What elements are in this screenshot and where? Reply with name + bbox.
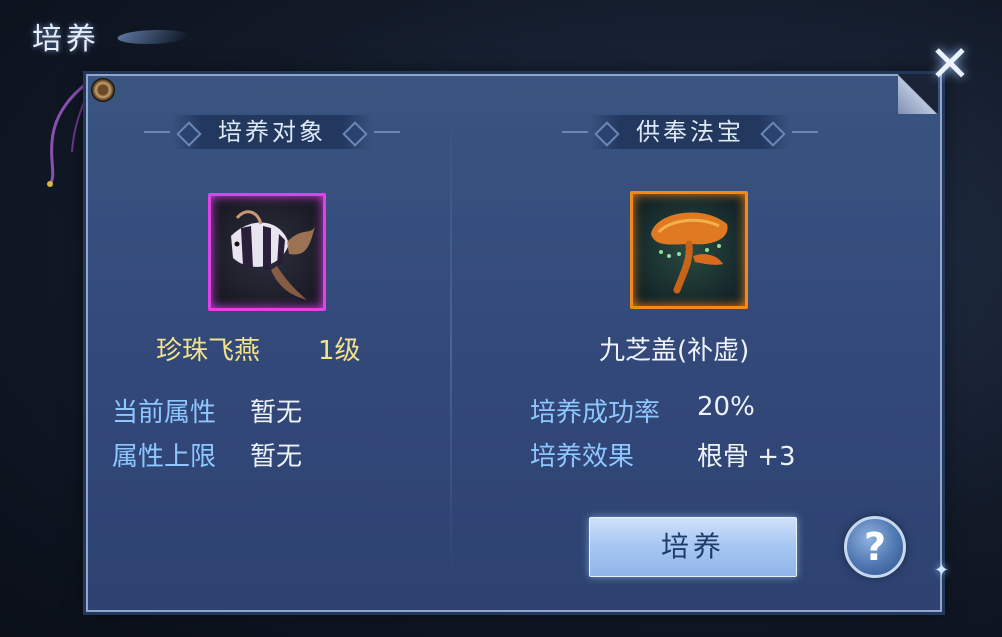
panel-divider (450, 110, 452, 580)
close-x-icon[interactable]: ✕ (924, 38, 976, 90)
pin-decoration (91, 78, 115, 102)
striped-fish-icon (231, 210, 315, 300)
diamond-ornament-icon (760, 121, 786, 147)
title-swoosh-decoration (112, 30, 194, 44)
help-question-icon[interactable]: ? (844, 516, 906, 578)
attribute-cap-value: 暂无 (250, 442, 303, 472)
diamond-ornament-icon (342, 121, 368, 147)
sparkle-decoration-icon: ✦ (934, 560, 950, 581)
offering-treasure-header: 供奉法宝 (562, 115, 818, 149)
header-ornament-line (374, 131, 400, 133)
success-rate-label: 培养成功率 (530, 398, 661, 428)
cultivate-effect-label: 培养效果 (530, 442, 635, 472)
success-rate-value: 20% (697, 392, 755, 422)
target-item-name: 珍珠飞燕 (156, 336, 261, 366)
header-ornament-line (792, 131, 818, 133)
target-item-level: 1级 (318, 336, 361, 366)
header-ornament-line (562, 131, 588, 133)
cultivate-target-header-label: 培养对象 (218, 118, 326, 146)
diamond-ornament-icon (594, 121, 620, 147)
offering-item-slot[interactable] (630, 191, 748, 309)
header-ornament-line (144, 131, 170, 133)
diamond-ornament-icon (176, 121, 202, 147)
cultivate-effect-value: 根骨 +3 (697, 442, 796, 472)
current-attribute-value: 暂无 (250, 398, 303, 428)
cultivate-button[interactable]: 培养 (589, 517, 797, 577)
cultivate-target-header: 培养对象 (144, 115, 400, 149)
lingzhi-mushroom-icon (651, 212, 728, 294)
current-attribute-label: 当前属性 (112, 398, 217, 428)
target-item-slot[interactable] (208, 193, 326, 311)
attribute-cap-label: 属性上限 (112, 442, 217, 472)
window-title: 培养 (32, 22, 100, 57)
offering-treasure-header-label: 供奉法宝 (636, 118, 744, 146)
offering-item-name: 九芝盖(补虚) (599, 336, 750, 366)
